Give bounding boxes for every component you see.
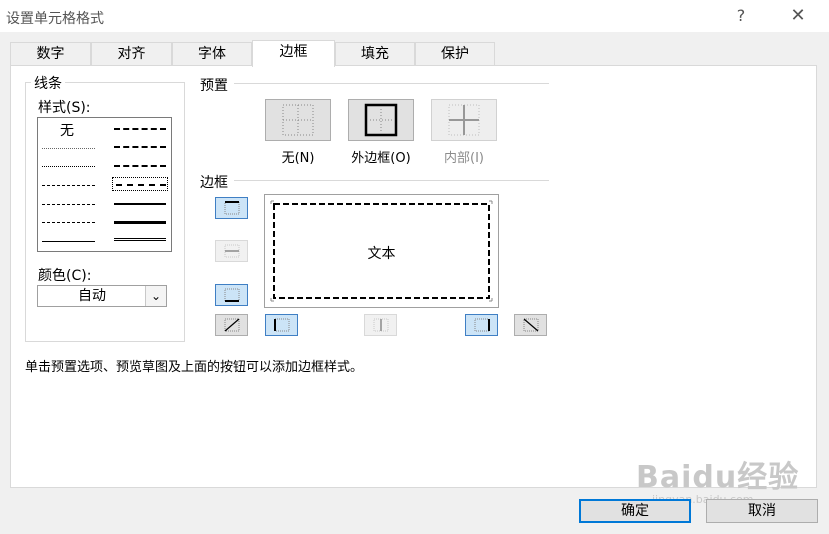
preset-none-label: 无(N) xyxy=(281,151,315,166)
preset-none-button[interactable] xyxy=(265,99,331,141)
title-bar xyxy=(0,0,829,32)
preset-inside-label: 内部(I) xyxy=(444,151,484,166)
border-left-icon xyxy=(273,318,289,332)
border-bottom-icon xyxy=(224,288,239,302)
preset-inside-icon xyxy=(448,104,480,136)
tab-number[interactable]: 数字 xyxy=(10,42,91,65)
line-style-thick[interactable] xyxy=(114,221,166,224)
preset-outline-icon xyxy=(364,103,398,137)
border-inside-horizontal-button[interactable] xyxy=(215,240,248,262)
help-button[interactable]: ? xyxy=(729,4,753,28)
line-style-medium-dash-dot[interactable] xyxy=(114,165,166,167)
line-style-medium-dashed[interactable] xyxy=(116,184,166,186)
preset-outline-button[interactable] xyxy=(348,99,414,141)
border-right-button[interactable] xyxy=(465,314,498,336)
tab-border[interactable]: 边框 xyxy=(252,40,335,67)
preset-inside-button[interactable] xyxy=(431,99,497,141)
border-inside-vertical-button[interactable] xyxy=(364,314,397,336)
color-select-value: 自动 xyxy=(78,288,106,304)
color-select[interactable]: 自动 ⌄ xyxy=(37,285,167,307)
hint-text: 单击预置选项、预览草图及上面的按钮可以添加边框样式。 xyxy=(25,360,364,375)
preset-outline-label: 外边框(O) xyxy=(351,151,411,166)
line-style-medium[interactable] xyxy=(114,203,166,205)
line-style-list[interactable]: 无 xyxy=(37,117,172,252)
preview-text: 文本 xyxy=(367,246,396,262)
line-style-thin[interactable] xyxy=(42,241,95,242)
dialog-title: 设置单元格格式 xyxy=(6,11,104,27)
line-style-hair[interactable] xyxy=(42,148,95,149)
border-preview[interactable]: 文本 xyxy=(264,194,499,308)
ok-button[interactable]: 确定 xyxy=(579,499,691,523)
border-bottom-button[interactable] xyxy=(215,284,248,306)
line-style-double[interactable] xyxy=(114,238,166,241)
color-label: 颜色(C): xyxy=(38,268,92,284)
line-group-label: 线条 xyxy=(31,73,65,93)
cancel-button[interactable]: 取消 xyxy=(706,499,818,523)
tab-fill[interactable]: 填充 xyxy=(335,42,415,65)
preset-none-icon xyxy=(282,104,314,136)
border-diagonal-down-button[interactable] xyxy=(514,314,547,336)
tab-font[interactable]: 字体 xyxy=(172,42,252,65)
diagonal-down-icon xyxy=(523,318,538,332)
border-diagonal-up-button[interactable] xyxy=(215,314,248,336)
tab-alignment[interactable]: 对齐 xyxy=(91,42,172,65)
line-style-medium-dash-dot-dot[interactable] xyxy=(114,128,166,130)
border-separator xyxy=(234,180,549,181)
tab-protection[interactable]: 保护 xyxy=(415,42,495,65)
presets-label: 预置 xyxy=(200,78,228,94)
line-style-dash-dot-dot[interactable] xyxy=(42,185,95,186)
border-top-button[interactable] xyxy=(215,197,248,219)
border-inside-horizontal-icon xyxy=(224,244,239,258)
line-style-none[interactable]: 无 xyxy=(60,120,74,140)
border-top-icon xyxy=(224,201,239,215)
border-left-button[interactable] xyxy=(265,314,298,336)
close-button[interactable]: ✕ xyxy=(786,4,810,28)
line-style-dash-dot[interactable] xyxy=(42,204,95,205)
line-style-slanted-dash-dot[interactable] xyxy=(114,146,166,148)
style-label: 样式(S): xyxy=(38,100,91,116)
presets-separator xyxy=(234,83,549,84)
watermark-brand: Baidu经验 xyxy=(636,460,800,495)
line-style-dashed[interactable] xyxy=(42,222,95,223)
border-label: 边框 xyxy=(200,175,228,191)
border-right-icon xyxy=(474,318,490,332)
diagonal-up-icon xyxy=(224,318,239,332)
border-inside-vertical-icon xyxy=(373,318,388,332)
chevron-down-icon[interactable]: ⌄ xyxy=(145,286,166,306)
line-style-dotted[interactable] xyxy=(42,166,95,167)
